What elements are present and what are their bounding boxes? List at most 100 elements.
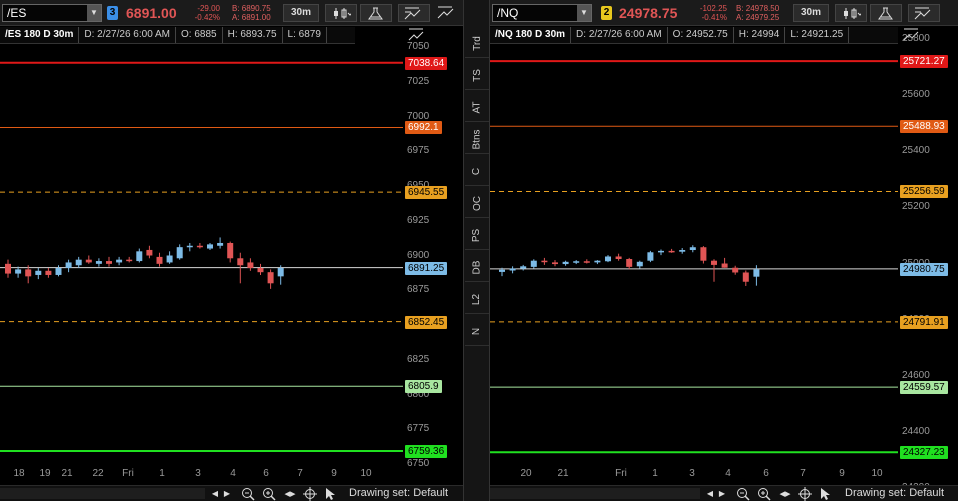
- side-tab-ts[interactable]: TS: [465, 62, 489, 90]
- drawing-set-label[interactable]: Drawing set: Default: [349, 487, 448, 499]
- candle[interactable]: [267, 269, 274, 289]
- candle[interactable]: [689, 245, 696, 253]
- candle[interactable]: [196, 242, 203, 249]
- candle[interactable]: [626, 257, 633, 270]
- candle[interactable]: [277, 265, 284, 285]
- candle[interactable]: [75, 256, 82, 269]
- candle[interactable]: [668, 248, 675, 253]
- candle[interactable]: [5, 259, 11, 278]
- side-tab-c[interactable]: C: [465, 158, 489, 186]
- candle[interactable]: [721, 257, 728, 268]
- candle[interactable]: [85, 255, 92, 264]
- candle[interactable]: [15, 266, 22, 278]
- candle[interactable]: [658, 249, 664, 256]
- candle[interactable]: [65, 259, 72, 273]
- scroll-right-icon[interactable]: ▶: [715, 487, 729, 501]
- candle[interactable]: [742, 270, 749, 286]
- crosshair-icon[interactable]: [798, 487, 812, 501]
- candle[interactable]: [106, 256, 112, 267]
- side-tab-oc[interactable]: OC: [465, 190, 489, 218]
- time-axis[interactable]: 20 21 Fri 1 3 4 6 7 9 10: [490, 465, 898, 485]
- aggregation-button[interactable]: 30m: [283, 4, 319, 22]
- price-tick-label: 7025: [407, 75, 430, 87]
- candle[interactable]: [647, 250, 654, 263]
- pan-icon[interactable]: ◂▸: [778, 487, 792, 501]
- candle[interactable]: [520, 264, 527, 271]
- candle[interactable]: [227, 241, 234, 263]
- price-plot[interactable]: [0, 44, 403, 465]
- candle[interactable]: [166, 251, 173, 264]
- zoom-in-icon[interactable]: [757, 487, 771, 501]
- candle[interactable]: [636, 260, 643, 269]
- pan-icon[interactable]: ◂▸: [283, 487, 297, 501]
- candle[interactable]: [700, 246, 707, 264]
- candle[interactable]: [156, 252, 163, 267]
- zoom-out-icon[interactable]: [241, 487, 255, 501]
- horizontal-scrollbar[interactable]: [490, 488, 700, 499]
- candle[interactable]: [35, 268, 42, 280]
- candle[interactable]: [679, 248, 686, 254]
- side-tab-trd[interactable]: Trd: [465, 30, 489, 58]
- candle[interactable]: [753, 265, 760, 286]
- candle[interactable]: [711, 259, 717, 282]
- price-plot[interactable]: [490, 44, 898, 465]
- candle[interactable]: [583, 259, 590, 264]
- candle[interactable]: [562, 260, 569, 266]
- candle[interactable]: [594, 260, 601, 265]
- candle[interactable]: [217, 237, 224, 249]
- candle[interactable]: [552, 260, 558, 267]
- candle[interactable]: [95, 258, 102, 267]
- candle[interactable]: [509, 266, 516, 274]
- side-tab-btns[interactable]: Btns: [465, 126, 489, 154]
- candle[interactable]: [176, 244, 183, 260]
- side-tab-l2[interactable]: L2: [465, 286, 489, 314]
- chart-style-button[interactable]: [835, 4, 867, 22]
- candle[interactable]: [55, 265, 62, 277]
- side-tab-at[interactable]: AT: [465, 94, 489, 122]
- chart-settings-button[interactable]: [434, 4, 460, 22]
- drawings-button[interactable]: [908, 4, 940, 22]
- side-tab-n[interactable]: N: [465, 318, 489, 346]
- cursor-icon[interactable]: [323, 487, 337, 501]
- link-badge[interactable]: 2: [601, 6, 612, 20]
- symbol-selector[interactable]: /ES ▼: [2, 4, 102, 22]
- side-tab-db[interactable]: DB: [465, 254, 489, 282]
- candle[interactable]: [136, 248, 143, 263]
- studies-button[interactable]: [870, 4, 902, 22]
- candle[interactable]: [116, 256, 123, 266]
- zoom-in-icon[interactable]: [262, 487, 276, 501]
- studies-button[interactable]: [360, 4, 392, 22]
- chevron-down-icon[interactable]: ▼: [87, 5, 101, 21]
- chart-panel-es[interactable]: /ES ▼ 3 6891.00 -29.00 -0.42% B: 6890.75…: [0, 0, 463, 501]
- candle[interactable]: [207, 242, 213, 250]
- drawings-button[interactable]: [398, 4, 430, 22]
- candle[interactable]: [257, 263, 264, 275]
- drawing-set-label[interactable]: Drawing set: Default: [845, 487, 944, 499]
- scroll-right-icon[interactable]: ▶: [220, 487, 234, 501]
- candle[interactable]: [530, 259, 537, 269]
- candle[interactable]: [732, 265, 739, 275]
- price-axis[interactable]: 7050702570006975695069256900687568506825…: [403, 41, 463, 469]
- zoom-out-icon[interactable]: [736, 487, 750, 501]
- chevron-down-icon[interactable]: ▼: [577, 5, 591, 21]
- link-badge[interactable]: 3: [107, 6, 118, 20]
- horizontal-scrollbar[interactable]: [0, 488, 205, 499]
- crosshair-icon[interactable]: [303, 487, 317, 501]
- chart-panel-nq[interactable]: /NQ ▼ 2 24978.75 -102.25 -0.41% B: 24978…: [490, 0, 958, 501]
- candle[interactable]: [605, 255, 611, 263]
- price-axis[interactable]: 2580025600254002520025000248002460024400…: [898, 33, 958, 493]
- side-tab-ps[interactable]: PS: [465, 222, 489, 250]
- time-axis[interactable]: 18 19 21 22 Fri 1 3 4 6 7 9 10: [0, 465, 403, 485]
- aggregation-button[interactable]: 30m: [793, 4, 829, 22]
- cursor-icon[interactable]: [818, 487, 832, 501]
- candle[interactable]: [615, 253, 622, 261]
- candle[interactable]: [126, 256, 133, 263]
- candle[interactable]: [186, 242, 193, 252]
- candle[interactable]: [541, 257, 548, 265]
- symbol-selector[interactable]: /NQ ▼: [492, 4, 592, 22]
- chart-style-button[interactable]: [325, 4, 357, 22]
- candle[interactable]: [146, 245, 153, 259]
- candle[interactable]: [45, 268, 52, 278]
- candle[interactable]: [573, 260, 580, 265]
- candle[interactable]: [247, 258, 254, 271]
